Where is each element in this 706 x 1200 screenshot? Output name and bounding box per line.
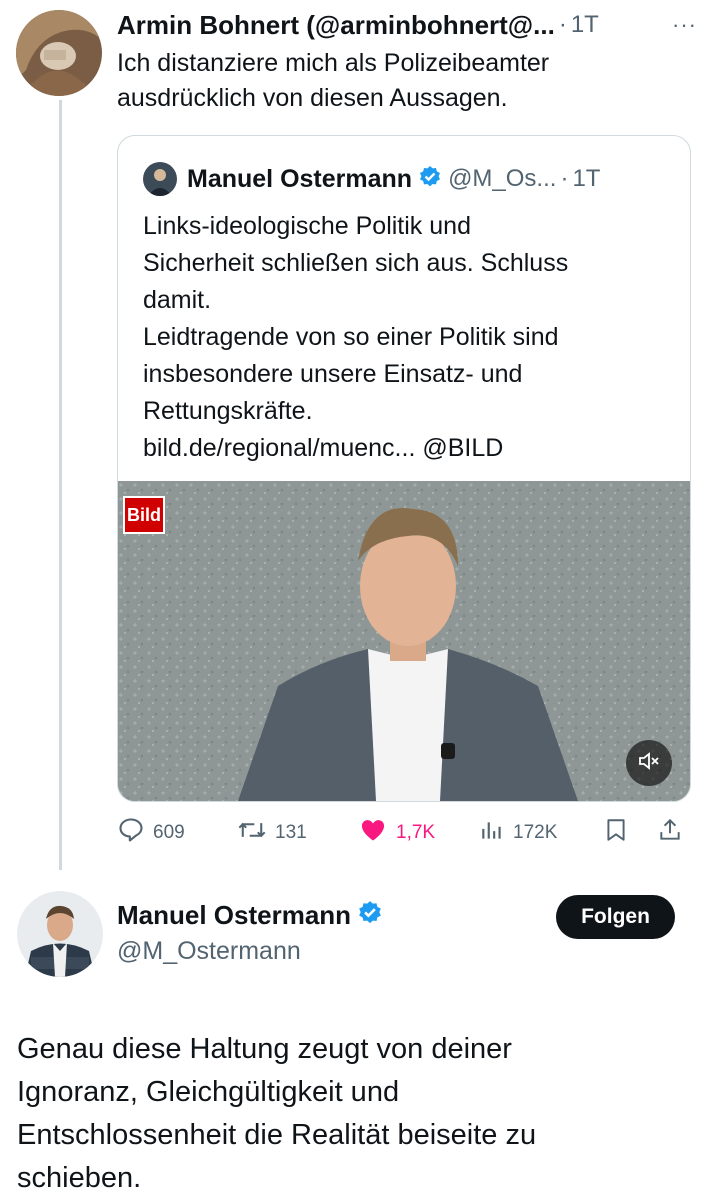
reply-separator: · xyxy=(558,11,567,38)
main-author-name[interactable]: Manuel Ostermann xyxy=(117,900,351,931)
quoted-text-line: Links-ideologische Politik und xyxy=(143,212,471,240)
heart-filled-icon xyxy=(358,816,388,850)
follow-button[interactable]: Folgen xyxy=(556,895,675,939)
views-count: 172K xyxy=(513,822,558,843)
quoted-tweet-header: Manuel Ostermann @M_Os... · 1T xyxy=(187,162,600,196)
main-text-line: Ignoranz, Gleichgültigkeit und xyxy=(17,1076,400,1108)
quoted-video-media[interactable]: Bild xyxy=(118,481,690,801)
speaker-muted-icon xyxy=(637,749,661,778)
reply-author-avatar[interactable] xyxy=(16,10,102,96)
quoted-time: 1T xyxy=(572,165,601,192)
like-count: 1,7K xyxy=(396,822,436,843)
video-frame-image xyxy=(118,481,690,801)
main-text-line: Entschlossenheit die Realität beiseite z… xyxy=(17,1119,537,1151)
retweet-icon xyxy=(237,816,267,850)
reply-icon xyxy=(117,816,145,850)
reply-count: 609 xyxy=(153,822,185,843)
verified-badge-icon xyxy=(357,900,383,931)
verified-badge-icon xyxy=(418,165,442,194)
quoted-text-line: insbesondere unsere Einsatz- und xyxy=(143,360,523,388)
retweet-count: 131 xyxy=(275,822,307,843)
more-options-icon[interactable]: ··· xyxy=(672,12,697,38)
reply-text-line: ausdrücklich von diesen Aussagen. xyxy=(117,84,508,112)
bild-logo-text: Bild xyxy=(127,504,161,525)
share-button[interactable] xyxy=(657,816,683,849)
reply-text-line: Ich distanziere mich als Polizeibeamter xyxy=(117,49,550,77)
tweet-action-bar: 609 131 1,7K 172K xyxy=(117,812,689,848)
bild-logo-badge: Bild xyxy=(123,496,165,534)
views-chart-icon xyxy=(479,816,505,850)
main-text-line: schieben. xyxy=(17,1162,142,1194)
reply-tweet-text: Ich distanziere mich als Polizeibeamter … xyxy=(117,46,677,116)
quoted-link-line[interactable]: bild.de/regional/muenc... @BILD xyxy=(143,430,673,467)
quoted-tweet-text: Links-ideologische Politik und Sicherhei… xyxy=(143,208,673,467)
main-author-info: Manuel Ostermann @M_Ostermann xyxy=(117,900,383,966)
mute-toggle-button[interactable] xyxy=(626,740,672,786)
main-author-avatar[interactable] xyxy=(17,891,103,977)
quoted-text-line: damit. xyxy=(143,286,212,314)
quoted-author-name: Manuel Ostermann xyxy=(187,164,413,193)
views-button[interactable]: 172K xyxy=(479,816,557,850)
quoted-separator: · xyxy=(560,165,569,192)
bookmark-button[interactable] xyxy=(603,816,629,849)
quoted-text-line: Sicherheit schließen sich aus. Schluss xyxy=(143,249,569,277)
quoted-tweet-card[interactable]: Manuel Ostermann @M_Os... · 1T Links-ide… xyxy=(117,135,691,802)
reply-tweet-header: Armin Bohnert (@arminbohnert@... · 1T ··… xyxy=(117,8,697,42)
bookmark-icon xyxy=(603,819,629,848)
main-author-handle[interactable]: @M_Ostermann xyxy=(117,937,383,966)
quoted-author-handle: @M_Os... xyxy=(448,165,557,192)
share-icon xyxy=(657,818,683,848)
reply-author-name[interactable]: Armin Bohnert (@arminbohnert@... xyxy=(117,10,555,41)
quoted-text-line: Leidtragende von so einer Politik sind xyxy=(143,323,559,351)
retweet-button[interactable]: 131 xyxy=(237,816,307,850)
main-text-line: Genau diese Haltung zeugt von deiner xyxy=(17,1033,512,1065)
quoted-author-avatar xyxy=(143,162,177,196)
thread-connector-line xyxy=(59,100,62,870)
reply-time[interactable]: 1T xyxy=(571,11,599,39)
like-button[interactable]: 1,7K xyxy=(358,816,435,850)
quoted-text-line: Rettungskräfte. xyxy=(143,397,313,425)
main-tweet-text: Genau diese Haltung zeugt von deiner Ign… xyxy=(17,1028,697,1200)
reply-button[interactable]: 609 xyxy=(117,816,185,850)
